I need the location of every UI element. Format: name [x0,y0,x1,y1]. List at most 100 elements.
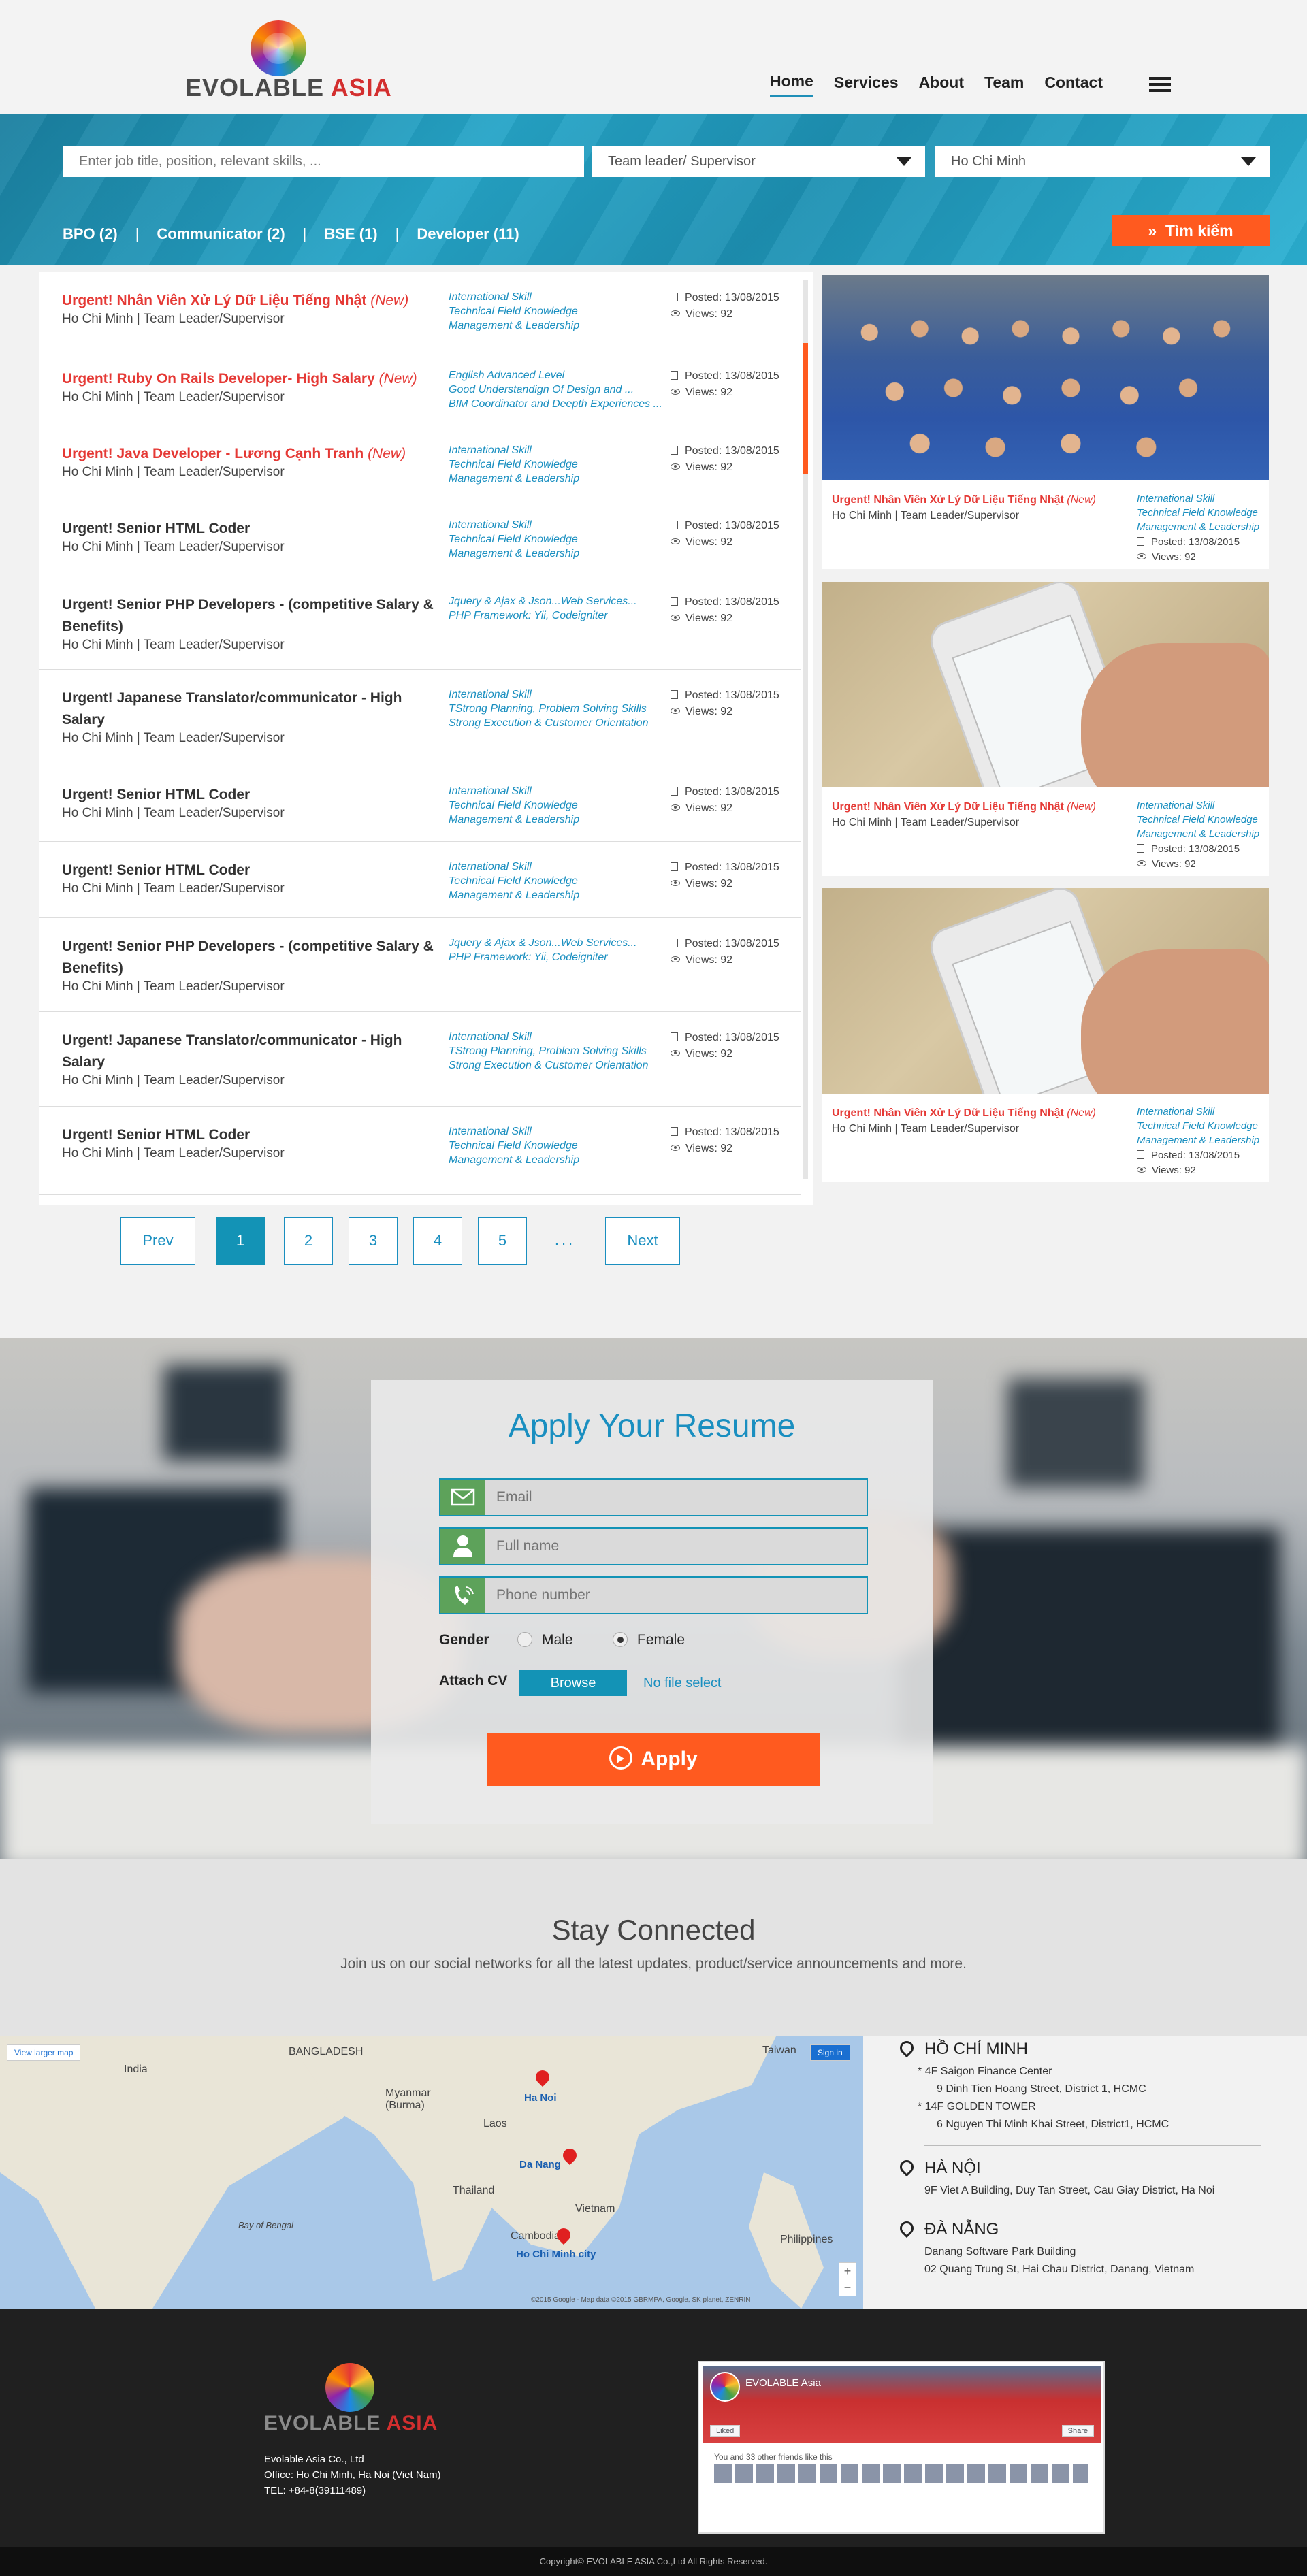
nav-contact[interactable]: Contact [1044,74,1103,96]
job-posted: Posted: 13/08/2015 [685,292,779,304]
featured-job-card[interactable]: Urgent! Nhân Viên Xử Lý Dữ Liệu Tiếng Nh… [822,888,1269,1182]
job-title[interactable]: Urgent! Senior HTML Coder [62,1124,443,1146]
job-skill: Jquery & Ajax & Json...Web Services... [449,596,637,607]
job-location: Ho Chi Minh | Team Leader/Supervisor [62,731,285,745]
job-title[interactable]: Urgent! Japanese Translator/communicator… [62,1030,443,1073]
chevron-down-icon [897,157,911,166]
phone-field[interactable] [439,1576,868,1614]
job-title[interactable]: Urgent! Senior HTML Coder [62,518,443,540]
job-title[interactable]: Urgent! Senior PHP Developers - (competi… [62,594,443,638]
job-views: Views: 92 [685,308,733,320]
filter-developer[interactable]: Developer (11) [417,225,519,243]
view-larger-map-link[interactable]: View larger map [7,2044,81,2061]
facebook-friends-text: You and 33 other friends like this [714,2452,833,2462]
job-row[interactable]: Urgent! Senior HTML Coder Ho Chi Minh | … [39,842,801,918]
page-4-button[interactable]: 4 [413,1217,462,1265]
job-title[interactable]: Urgent! Senior HTML Coder [62,860,443,881]
job-title[interactable]: Urgent! Ruby On Rails Developer- High Sa… [62,368,443,390]
job-skills: International Skill Technical Field Knowl… [449,1124,666,1167]
gender-male-radio[interactable]: Male [517,1632,573,1648]
prev-page-button[interactable]: Prev [120,1217,195,1265]
featured-job-meta: Posted: 13/08/2015 Views: 92 [1137,535,1240,565]
job-meta: Posted: 13/08/2015 Views: 92 [671,443,779,476]
job-row[interactable]: Urgent! Ruby On Rails Developer- High Sa… [39,350,801,425]
featured-job-title[interactable]: Urgent! Nhân Viên Xử Lý Dữ Liệu Tiếng Nh… [832,800,1131,815]
map-zoom-control[interactable]: + − [839,2262,856,2296]
full-name-field[interactable] [439,1527,868,1565]
featured-job-title[interactable]: Urgent! Nhân Viên Xử Lý Dữ Liệu Tiếng Nh… [832,1106,1131,1121]
nav-services[interactable]: Services [834,74,899,96]
job-row[interactable]: Urgent! Senior HTML Coder Ho Chi Minh | … [39,500,801,576]
job-skill: International Skill [449,291,532,303]
gender-label: Gender [439,1632,489,1648]
calendar-icon [671,862,678,871]
featured-job-card[interactable]: Urgent! Nhân Viên Xử Lý Dữ Liệu Tiếng Nh… [822,275,1269,569]
featured-job-title[interactable]: Urgent! Nhân Viên Xử Lý Dữ Liệu Tiếng Nh… [832,493,1131,508]
footer-logo[interactable]: EVOLABLE ASIA [264,2412,438,2435]
job-row[interactable]: Urgent! Senior HTML Coder Ho Chi Minh | … [39,766,801,842]
job-title[interactable]: Urgent! Senior PHP Developers - (competi… [62,936,443,979]
job-skill: Technical Field Knowledge [449,459,578,470]
filter-bse[interactable]: BSE (1) [324,225,377,243]
page-1-button[interactable]: 1 [216,1217,265,1265]
job-skill: TStrong Planning, Problem Solving Skills [449,703,647,715]
next-page-button[interactable]: Next [605,1217,680,1265]
facebook-widget[interactable]: EVOLABLE Asia Liked Share You and 33 oth… [698,2361,1105,2534]
job-row[interactable]: Urgent! Senior PHP Developers - (competi… [39,918,801,1012]
email-field[interactable] [439,1478,868,1516]
nav-about[interactable]: About [919,74,964,96]
job-row[interactable]: Urgent! Japanese Translator/communicator… [39,670,801,766]
copyright: Copyright© EVOLABLE ASIA Co.,Ltd All Rig… [0,2547,1307,2576]
job-posted: Posted: 13/08/2015 [685,445,779,457]
office-1: HÀ NỘI 9F Viet A Building, Duy Tan Street… [897,2157,1281,2200]
scrollbar-thumb[interactable] [803,343,808,474]
page-3-button[interactable]: 3 [349,1217,398,1265]
job-row[interactable]: Urgent! Nhân Viên Xử Lý Dữ Liệu Tiếng Nh… [39,272,801,350]
featured-job-card[interactable]: Urgent! Nhân Viên Xử Lý Dữ Liệu Tiếng Nh… [822,582,1269,876]
job-skill: Technical Field Knowledge [449,306,578,317]
job-title[interactable]: Urgent! Senior HTML Coder [62,784,443,806]
facebook-share-button[interactable]: Share [1061,2425,1094,2437]
job-row[interactable]: Urgent! Japanese Translator/communicator… [39,1012,801,1107]
office-0: HỒ CHÍ MINH * 4F Saigon Finance Center 9 D… [897,2038,1281,2130]
gender-female-radio[interactable]: Female [613,1632,685,1648]
search-button[interactable]: » Tìm kiếm [1112,215,1270,246]
office-name: HÀ NỘI [924,2159,981,2177]
location-select[interactable]: Ho Chi Minh [935,146,1270,177]
job-row[interactable]: Urgent! Java Developer - Lương Cạnh Tran… [39,425,801,500]
job-skills: International Skill TStrong Planning, Pro… [449,687,666,730]
eye-icon [671,538,680,544]
scrollbar[interactable] [803,280,808,1179]
job-title[interactable]: Urgent! Nhân Viên Xử Lý Dữ Liệu Tiếng Nh… [62,290,443,312]
facebook-like-button[interactable]: Liked [710,2425,741,2437]
job-skills: International Skill TStrong Planning, Pro… [449,1030,666,1073]
job-skill: English Advanced Level [449,370,565,381]
job-row[interactable]: Urgent! Senior HTML Coder Ho Chi Minh | … [39,1107,801,1195]
stay-connected: Stay Connected Join us on our social net… [0,1859,1307,2036]
job-title[interactable]: Urgent! Java Developer - Lương Cạnh Tran… [62,443,443,465]
map-sign-in-button[interactable]: Sign in [810,2044,850,2061]
email-input[interactable] [496,1488,850,1507]
position-select[interactable]: Team leader/ Supervisor [592,146,925,177]
position-select-value: Team leader/ Supervisor [608,154,756,169]
logo[interactable]: EVOLABLE ASIA [185,20,391,101]
page-2-button[interactable]: 2 [284,1217,333,1265]
location-pin-icon [897,2157,917,2177]
nav-home[interactable]: Home [770,72,813,97]
facebook-page-name[interactable]: EVOLABLE Asia [745,2377,821,2389]
nav-team[interactable]: Team [984,74,1024,96]
phone-input[interactable] [496,1586,850,1605]
full-name-input[interactable] [496,1537,850,1556]
page-5-button[interactable]: 5 [478,1217,527,1265]
menu-icon[interactable] [1149,77,1171,92]
job-row[interactable]: Urgent! Senior PHP Developers - (competi… [39,576,801,670]
office-map[interactable]: View larger map Sign in India BANGLADESH… [0,2036,863,2309]
eye-icon [1137,1167,1146,1173]
job-title[interactable]: Urgent! Japanese Translator/communicator… [62,687,443,731]
browse-button[interactable]: Browse [519,1670,627,1696]
filter-communicator[interactable]: Communicator (2) [157,225,285,243]
phone-photo [822,888,1269,1094]
keyword-search-input[interactable] [63,146,584,177]
apply-button[interactable]: Apply [487,1733,820,1786]
filter-bpo[interactable]: BPO (2) [63,225,118,243]
